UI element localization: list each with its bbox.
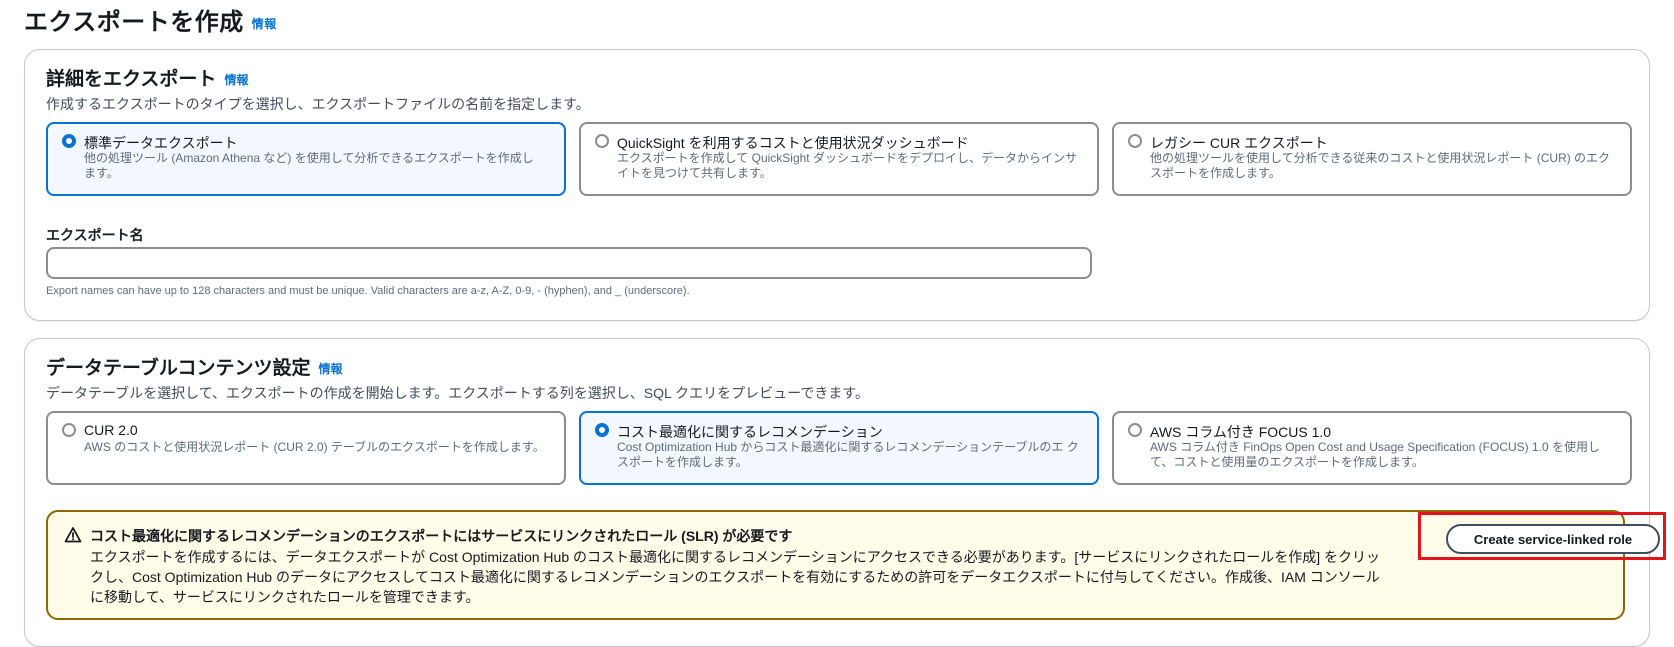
export-type-legacy-cur-tile[interactable]: レガシー CUR エクスポート 他の処理ツールを使用して分析できる従来のコストと… [1112, 122, 1632, 196]
export-type-legacy-cur-radio[interactable] [1128, 134, 1142, 148]
table-content-header: データテーブルコンテンツ設定 情報 [46, 353, 343, 380]
slr-warning-title: コスト最適化に関するレコメンデーションのエクスポートにはサービスにリンクされたロ… [90, 528, 793, 544]
export-name-input[interactable] [46, 247, 1092, 279]
export-type-tiles: 標準データエクスポート 他の処理ツール (Amazon Athena など) を… [46, 122, 1632, 196]
export-type-standard-radio[interactable] [62, 134, 76, 148]
data-table-tiles: CUR 2.0 AWS のコストと使用状況レポート (CUR 2.0) テーブル… [46, 411, 1632, 485]
export-details-panel: 詳細をエクスポート 情報 作成するエクスポートのタイプを選択し、エクスポートファイ… [24, 49, 1650, 321]
export-details-description: 作成するエクスポートのタイプを選択し、エクスポートファイルの名前を指定します。 [46, 96, 590, 112]
export-name-label: エクスポート名 [46, 227, 144, 243]
table-cost-optimization-title: コスト最適化に関するレコメンデーション [617, 424, 883, 440]
slr-button-highlight: Create service-linked role [1418, 512, 1666, 560]
page-title: エクスポートを作成 情報 [24, 2, 277, 37]
page-title-text: エクスポートを作成 [24, 9, 244, 36]
slr-warning-body: エクスポートを作成するには、データエクスポートが Cost Optimizati… [90, 549, 1380, 605]
export-type-standard-description: 他の処理ツール (Amazon Athena など) を使用して分析できるエクス… [84, 151, 534, 180]
table-focus-description: AWS コラム付き FinOps Open Cost and Usage Spe… [1150, 440, 1600, 469]
table-cur2-description: AWS のコストと使用状況レポート (CUR 2.0) テーブルのエクスポートを… [84, 440, 545, 454]
export-type-standard-title: 標準データエクスポート [84, 135, 238, 151]
table-content-description: データテーブルを選択して、エクスポートの作成を開始します。エクスポートする列を選… [46, 385, 869, 401]
table-cur2-tile[interactable]: CUR 2.0 AWS のコストと使用状況レポート (CUR 2.0) テーブル… [46, 411, 566, 485]
table-cost-optimization-radio[interactable] [595, 423, 609, 437]
page-info-link[interactable]: 情報 [252, 17, 277, 31]
table-cost-optimization-description: Cost Optimization Hub からコスト最適化に関するレコメンデー… [617, 440, 1079, 469]
export-type-quicksight-description: エクスポートを作成して QuickSight ダッシュボードをデプロイし、データ… [617, 151, 1077, 180]
export-details-header: 詳細をエクスポート 情報 [46, 64, 248, 91]
table-focus-tile[interactable]: AWS コラム付き FOCUS 1.0 AWS コラム付き FinOps Ope… [1112, 411, 1632, 485]
export-type-legacy-cur-description: 他の処理ツールを使用して分析できる従来のコストと使用状況レポート (CUR) の… [1150, 151, 1611, 180]
table-content-header-text: データテーブルコンテンツ設定 [46, 358, 311, 379]
warning-icon [64, 527, 82, 543]
table-focus-radio[interactable] [1128, 423, 1142, 437]
table-focus-title: AWS コラム付き FOCUS 1.0 [1150, 424, 1332, 440]
export-details-info-link[interactable]: 情報 [224, 73, 248, 87]
table-content-panel: データテーブルコンテンツ設定 情報 データテーブルを選択して、エクスポートの作成を… [24, 338, 1666, 647]
create-service-linked-role-button[interactable]: Create service-linked role [1446, 524, 1660, 554]
table-content-info-link[interactable]: 情報 [318, 362, 342, 376]
export-type-legacy-cur-title: レガシー CUR エクスポート [1150, 135, 1328, 151]
export-details-header-text: 詳細をエクスポート [46, 69, 217, 90]
export-name-constraint: Export names can have up to 128 characte… [46, 285, 690, 297]
export-type-quicksight-tile[interactable]: QuickSight を利用するコストと使用状況ダッシュボード エクスポートを作… [579, 122, 1099, 196]
export-type-quicksight-radio[interactable] [595, 134, 609, 148]
export-type-standard-tile[interactable]: 標準データエクスポート 他の処理ツール (Amazon Athena など) を… [46, 122, 566, 196]
table-cur2-title: CUR 2.0 [84, 422, 138, 438]
table-cost-optimization-tile[interactable]: コスト最適化に関するレコメンデーション Cost Optimization Hu… [579, 411, 1099, 485]
slr-warning-alert: コスト最適化に関するレコメンデーションのエクスポートにはサービスにリンクされたロ… [46, 510, 1666, 620]
table-cur2-radio[interactable] [62, 423, 76, 437]
export-type-quicksight-title: QuickSight を利用するコストと使用状況ダッシュボード [617, 135, 969, 151]
